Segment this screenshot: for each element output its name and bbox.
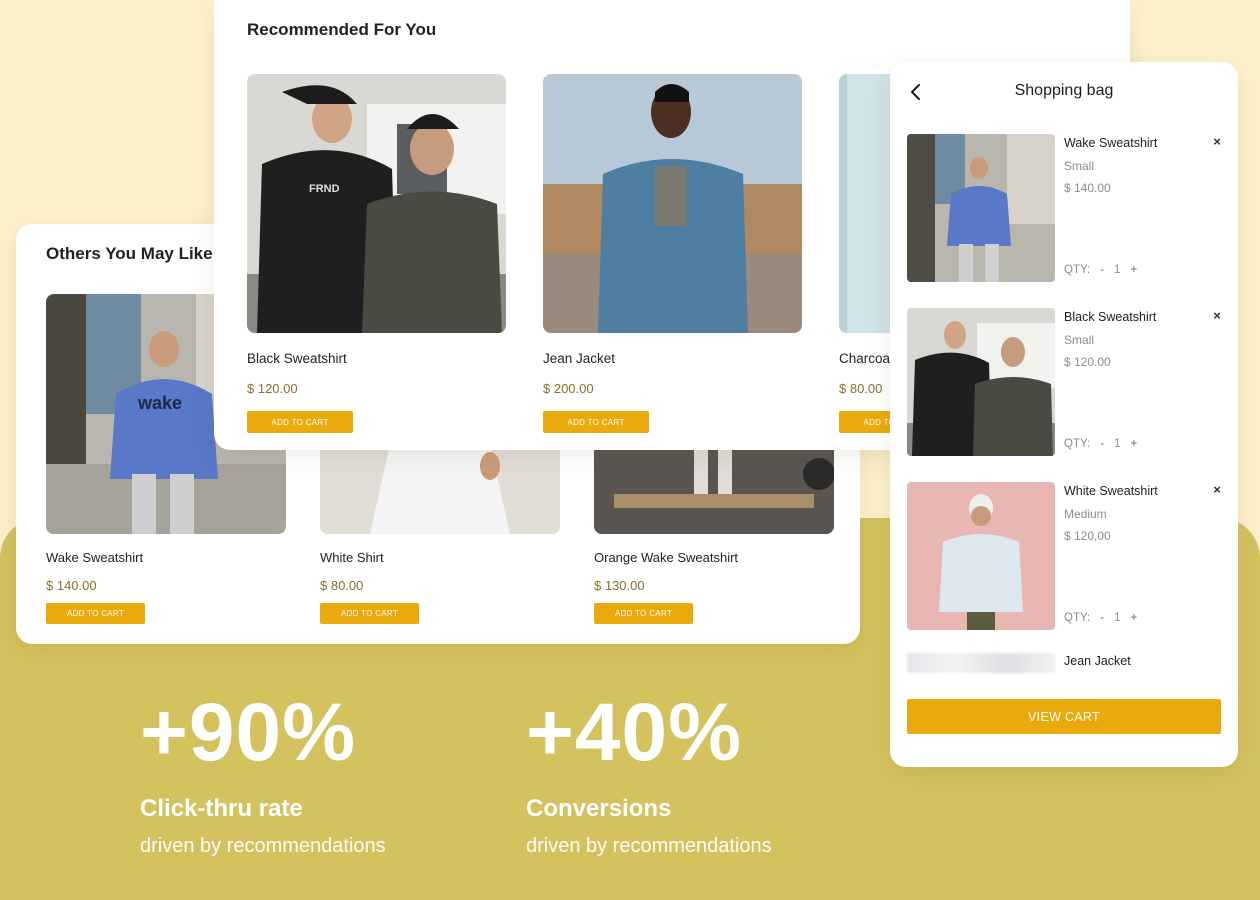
- stat-subtitle: driven by recommendations: [140, 835, 386, 857]
- add-to-cart-button[interactable]: ADD TO CART: [543, 411, 649, 433]
- increase-qty-button[interactable]: +: [1128, 264, 1139, 276]
- bag-item-name[interactable]: Black Sweatshirt: [1064, 310, 1156, 324]
- svg-text:wake: wake: [137, 393, 182, 413]
- stat-value: +90%: [140, 687, 357, 778]
- quantity-stepper: QTY: - 1 +: [1064, 264, 1139, 276]
- stat-conversions: +40% Conversions driven by recommendatio…: [526, 692, 772, 858]
- bag-item: Wake Sweatshirt Small $ 140.00 × QTY: - …: [907, 134, 1225, 282]
- qty-label: QTY:: [1064, 264, 1091, 276]
- bag-item-name[interactable]: Wake Sweatshirt: [1064, 136, 1157, 150]
- add-to-cart-button[interactable]: ADD TO CART: [46, 603, 145, 624]
- qty-label: QTY:: [1064, 438, 1091, 450]
- product-price: $ 120.00: [247, 381, 298, 396]
- add-to-cart-button[interactable]: ADD TO CART: [594, 603, 693, 624]
- remove-item-icon[interactable]: ×: [1209, 308, 1225, 324]
- bag-item-name[interactable]: White Sweatshirt: [1064, 484, 1158, 498]
- product-price: $ 140.00: [46, 578, 97, 593]
- stat-label: Conversions: [526, 795, 672, 822]
- product-name[interactable]: Jean Jacket: [543, 351, 802, 366]
- add-to-cart-button[interactable]: ADD TO CART: [320, 603, 419, 624]
- qty-value: 1: [1114, 438, 1121, 450]
- product-image[interactable]: FRND: [247, 74, 506, 333]
- bag-item-price: $ 120.00: [1064, 355, 1111, 369]
- product-image[interactable]: [543, 74, 802, 333]
- back-arrow-icon[interactable]: [906, 82, 926, 102]
- bag-item-image: [907, 653, 1055, 673]
- stat-subtitle: driven by recommendations: [526, 835, 772, 857]
- bag-item-image[interactable]: [907, 308, 1055, 456]
- bag-item-price: $ 140.00: [1064, 181, 1111, 195]
- decrease-qty-button[interactable]: -: [1098, 612, 1106, 624]
- decrease-qty-button[interactable]: -: [1098, 438, 1106, 450]
- product-name[interactable]: Wake Sweatshirt: [46, 550, 286, 565]
- bag-item-image[interactable]: [907, 482, 1055, 630]
- product-card[interactable]: Jean Jacket $ 200.00 ADD TO CART: [543, 74, 802, 433]
- stat-value: +40%: [526, 687, 743, 778]
- stat-label: Click-thru rate: [140, 795, 303, 822]
- qty-value: 1: [1114, 612, 1121, 624]
- bag-item-partial: Jean Jacket: [907, 653, 1225, 673]
- bag-item-size: Small: [1064, 333, 1095, 347]
- recommended-title: Recommended For You: [247, 20, 437, 39]
- stat-click-thru: +90% Click-thru rate driven by recommend…: [140, 692, 386, 858]
- quantity-stepper: QTY: - 1 +: [1064, 612, 1139, 624]
- add-to-cart-button[interactable]: ADD TO CART: [247, 411, 353, 433]
- bag-item-image[interactable]: [907, 134, 1055, 282]
- bag-item-name[interactable]: Jean Jacket: [1064, 654, 1131, 668]
- product-price: $ 130.00: [594, 578, 645, 593]
- view-cart-button[interactable]: VIEW CART: [907, 699, 1221, 734]
- remove-item-icon[interactable]: ×: [1209, 482, 1225, 498]
- bag-header: Shopping bag: [890, 80, 1238, 104]
- shopping-bag-panel: Shopping bag Wake Sweatshirt Small $ 140…: [890, 62, 1238, 767]
- product-name[interactable]: White Shirt: [320, 550, 560, 565]
- product-card[interactable]: FRND Black Sweatshirt $ 120.00 ADD TO CA…: [247, 74, 506, 433]
- increase-qty-button[interactable]: +: [1128, 438, 1139, 450]
- increase-qty-button[interactable]: +: [1128, 612, 1139, 624]
- bag-item: Black Sweatshirt Small $ 120.00 × QTY: -…: [907, 308, 1225, 456]
- product-name[interactable]: Black Sweatshirt: [247, 351, 506, 366]
- quantity-stepper: QTY: - 1 +: [1064, 438, 1139, 450]
- bag-item-size: Medium: [1064, 507, 1107, 521]
- bag-item: White Sweatshirt Medium $ 120,00 × QTY: …: [907, 482, 1225, 630]
- decrease-qty-button[interactable]: -: [1098, 264, 1106, 276]
- qty-label: QTY:: [1064, 612, 1091, 624]
- product-price: $ 80.00: [320, 578, 364, 593]
- product-price: $ 200.00: [543, 381, 594, 396]
- others-title: Others You May Like: [46, 244, 213, 263]
- bag-title: Shopping bag: [1014, 82, 1114, 99]
- product-name[interactable]: Orange Wake Sweatshirt: [594, 550, 834, 565]
- qty-value: 1: [1114, 264, 1121, 276]
- remove-item-icon[interactable]: ×: [1209, 134, 1225, 150]
- bag-item-size: Small: [1064, 159, 1095, 173]
- svg-text:FRND: FRND: [309, 183, 340, 195]
- bag-item-price: $ 120,00: [1064, 529, 1111, 543]
